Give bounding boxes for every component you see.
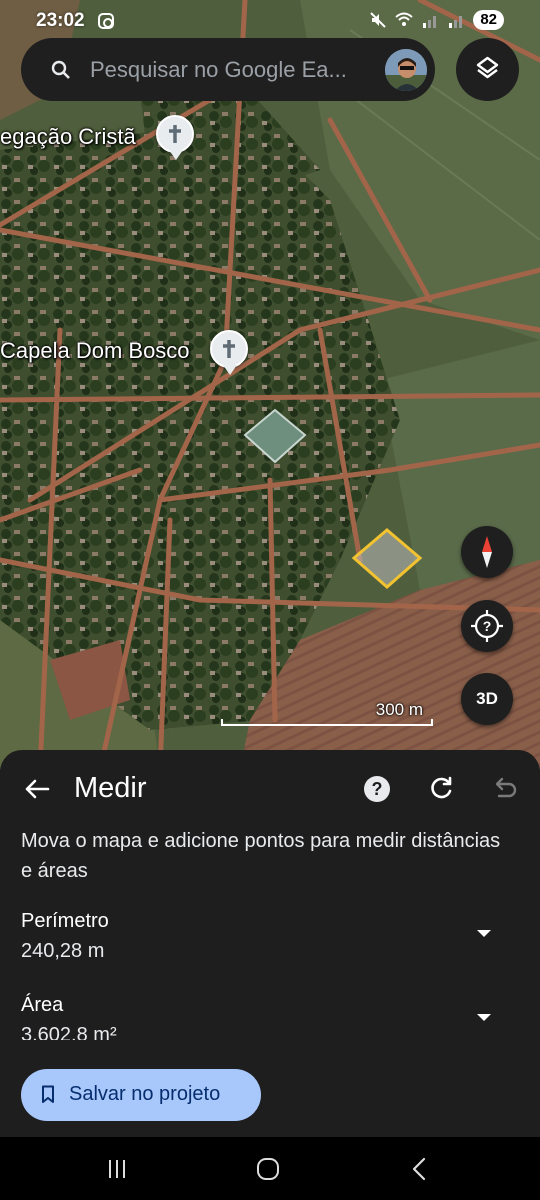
place-label-congregacao[interactable]: egação Cristã bbox=[0, 124, 136, 150]
back-arrow-icon[interactable] bbox=[20, 772, 54, 806]
chevron-down-icon[interactable] bbox=[477, 1014, 491, 1021]
refresh-icon[interactable] bbox=[427, 774, 455, 802]
scroll-clip bbox=[0, 1040, 540, 1048]
help-icon[interactable]: ? bbox=[364, 776, 390, 802]
satellite-map[interactable]: 23:02 82 Pesquisar no Google Ea... egaçã… bbox=[0, 0, 540, 770]
profile-photo bbox=[385, 49, 427, 91]
satellite-imagery bbox=[0, 0, 540, 770]
measure-panel: Medir ? Mova o mapa e adicione pontos pa… bbox=[0, 750, 540, 1137]
perimeter-label: Perímetro bbox=[21, 910, 109, 932]
compass-button[interactable] bbox=[461, 526, 513, 578]
location-help-icon: ? bbox=[471, 610, 503, 642]
my-location-button[interactable]: ? bbox=[461, 600, 513, 652]
avatar[interactable] bbox=[385, 49, 427, 91]
home-icon[interactable] bbox=[256, 1157, 280, 1181]
recent-apps-icon[interactable] bbox=[105, 1157, 129, 1181]
signal-icon bbox=[423, 16, 437, 28]
perimeter-value: 240,28 m bbox=[21, 940, 105, 962]
wifi-icon bbox=[395, 12, 413, 26]
scale-line bbox=[221, 719, 433, 726]
3d-label: 3D bbox=[476, 689, 498, 708]
back-icon[interactable] bbox=[408, 1157, 432, 1181]
status-time: 23:02 bbox=[36, 10, 85, 31]
scale-label: 300 m bbox=[375, 700, 423, 719]
church-icon[interactable] bbox=[210, 330, 248, 375]
place-label-capela-dom-bosco[interactable]: Capela Dom Bosco bbox=[0, 338, 190, 364]
undo-icon[interactable] bbox=[490, 774, 518, 802]
battery-icon: 82 bbox=[473, 10, 504, 30]
compass-icon bbox=[482, 536, 492, 568]
search-input[interactable]: Pesquisar no Google Ea... bbox=[90, 57, 347, 83]
mute-icon bbox=[370, 12, 387, 28]
instructions-text: Mova o mapa e adicione pontos para medir… bbox=[21, 830, 501, 882]
save-to-project-button[interactable]: Salvar no projeto bbox=[21, 1069, 261, 1121]
search-bar[interactable]: Pesquisar no Google Ea... bbox=[21, 38, 435, 101]
chevron-down-icon[interactable] bbox=[477, 930, 491, 937]
layers-icon bbox=[476, 56, 499, 79]
3d-button[interactable]: 3D bbox=[461, 673, 513, 725]
perimeter-row[interactable]: Perímetro 240,28 m bbox=[21, 910, 521, 970]
save-to-project-label: Salvar no projeto bbox=[69, 1083, 221, 1105]
search-icon bbox=[51, 60, 70, 79]
scale-bar: 300 m bbox=[221, 700, 435, 728]
panel-title: Medir bbox=[74, 772, 147, 804]
signal-icon bbox=[449, 16, 463, 28]
status-icons: 82 bbox=[369, 10, 504, 30]
instagram-icon bbox=[98, 13, 114, 29]
svg-text:?: ? bbox=[483, 618, 492, 634]
area-label: Área bbox=[21, 994, 64, 1016]
bookmark-icon bbox=[42, 1085, 54, 1103]
layers-button[interactable] bbox=[456, 38, 519, 101]
church-icon[interactable] bbox=[156, 115, 194, 160]
system-nav-bar bbox=[0, 1137, 540, 1200]
